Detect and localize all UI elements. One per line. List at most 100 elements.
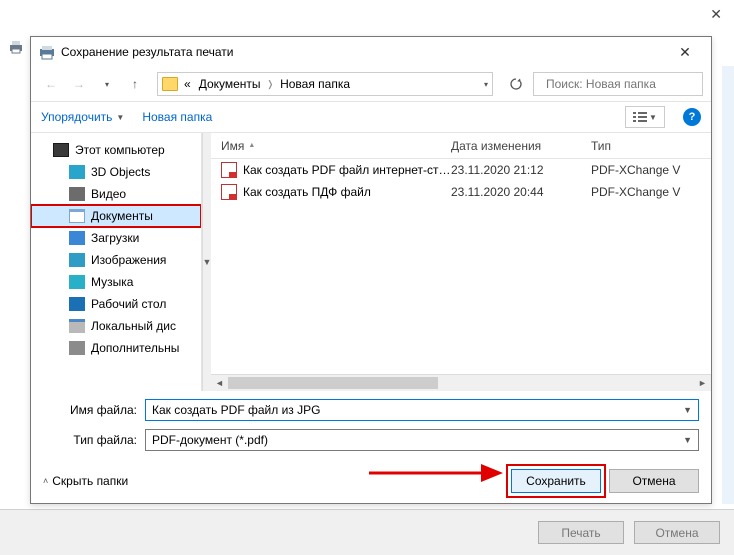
annotation-arrow — [367, 459, 507, 487]
disk-icon — [69, 319, 85, 333]
search-box[interactable] — [533, 72, 703, 96]
filename-label: Имя файла: — [43, 403, 145, 417]
file-name: Как создать ПДФ файл — [243, 185, 451, 199]
tree-item-music[interactable]: Музыка — [31, 271, 201, 293]
desk-icon — [69, 297, 85, 311]
tree-item-label: Изображения — [91, 253, 166, 267]
col-type[interactable]: Тип — [581, 139, 711, 153]
pdf-file-icon — [221, 184, 237, 200]
hide-folders-toggle[interactable]: ˄ Скрыть папки — [43, 474, 128, 488]
tree-item-label: 3D Objects — [91, 165, 150, 179]
toolbar: Упорядочить▼ Новая папка ▼ ? — [31, 101, 711, 133]
file-row[interactable]: Как создать ПДФ файл23.11.2020 20:44PDF-… — [211, 181, 711, 203]
tree-item-label: Видео — [91, 187, 126, 201]
filename-dropdown-icon[interactable]: ▼ — [677, 405, 692, 415]
refresh-icon — [509, 77, 523, 91]
sort-asc-icon: ▲ — [248, 142, 255, 149]
filename-field[interactable]: ▼ — [145, 399, 699, 421]
close-button[interactable]: ✕ — [665, 44, 705, 61]
titlebar: Сохранение результата печати ✕ — [31, 37, 711, 67]
h-scrollbar[interactable]: ◄ ► — [211, 374, 711, 391]
scroll-thumb[interactable] — [228, 377, 438, 389]
tree-item-label: Загрузки — [91, 231, 139, 245]
nav-recent-button[interactable]: ▾ — [95, 72, 119, 96]
inputs: Имя файла: ▼ Тип файла: PDF-документ (*.… — [31, 391, 711, 459]
outer-print-button[interactable]: Печать — [538, 521, 624, 544]
organize-menu[interactable]: Упорядочить▼ — [41, 110, 124, 124]
cancel-button[interactable]: Отмена — [609, 469, 699, 493]
filetype-value: PDF-документ (*.pdf) — [152, 433, 268, 447]
tree-item-ext[interactable]: Дополнительны — [31, 337, 201, 359]
tree-item-label: Рабочий стол — [91, 297, 166, 311]
save-button[interactable]: Сохранить — [511, 469, 601, 493]
view-options-button[interactable]: ▼ — [625, 106, 665, 128]
music-icon — [69, 275, 85, 289]
img-icon — [69, 253, 85, 267]
tree-item-label: Дополнительны — [91, 341, 179, 355]
address-bar[interactable]: « Документы ❭ Новая папка ▾ — [157, 72, 493, 96]
file-row[interactable]: Как создать PDF файл интернет-страни...2… — [211, 159, 711, 181]
docs-icon — [69, 209, 85, 223]
scroll-right-icon[interactable]: ► — [694, 375, 711, 391]
file-date: 23.11.2020 21:12 — [451, 163, 591, 177]
tree-item-disk[interactable]: Локальный дис — [31, 315, 201, 337]
tree-item-pc[interactable]: Этот компьютер — [31, 139, 201, 161]
save-dialog-icon — [39, 44, 55, 60]
dialog-title: Сохранение результата печати — [61, 45, 665, 59]
nav-forward-button[interactable]: → — [67, 72, 91, 96]
tree-item-label: Этот компьютер — [75, 143, 165, 157]
col-name[interactable]: Имя▲ — [211, 139, 441, 153]
breadcrumb-1[interactable]: Документы — [197, 77, 263, 91]
tree-item-docs[interactable]: Документы — [31, 205, 201, 227]
filename-input[interactable] — [152, 403, 677, 417]
tree-item-img[interactable]: Изображения — [31, 249, 201, 271]
tree-item-label: Музыка — [91, 275, 133, 289]
folder-icon — [162, 77, 178, 91]
video-icon — [69, 187, 85, 201]
save-dialog: Сохранение результата печати ✕ ← → ▾ ↑ «… — [30, 36, 712, 504]
tree-item-cube[interactable]: 3D Objects — [31, 161, 201, 183]
cube-icon — [69, 165, 85, 179]
folder-tree[interactable]: Этот компьютер 3D Objects Видео Документы За… — [31, 133, 202, 391]
dl-icon — [69, 231, 85, 245]
scroll-left-icon[interactable]: ◄ — [211, 375, 228, 391]
col-date[interactable]: Дата изменения — [441, 139, 581, 153]
new-folder-button[interactable]: Новая папка — [142, 110, 212, 124]
filetype-field[interactable]: PDF-документ (*.pdf) ▼ — [145, 429, 699, 451]
chevron-right-icon: ❭ — [267, 79, 275, 90]
tree-item-dl[interactable]: Загрузки — [31, 227, 201, 249]
pdf-file-icon — [221, 162, 237, 178]
tree-item-desk[interactable]: Рабочий стол — [31, 293, 201, 315]
navbar: ← → ▾ ↑ « Документы ❭ Новая папка ▾ — [31, 67, 711, 101]
tree-scroll-down[interactable]: ▼ — [202, 133, 211, 391]
ext-icon — [69, 341, 85, 355]
file-type: PDF-XChange V — [591, 163, 711, 177]
nav-up-button[interactable]: ↑ — [123, 72, 147, 96]
file-header: Имя▲ Дата изменения Тип — [211, 133, 711, 159]
file-date: 23.11.2020 20:44 — [451, 185, 591, 199]
outer-footer: Печать Отмена — [0, 509, 734, 555]
dialog-footer: ˄ Скрыть папки Сохранить Отмена — [31, 459, 711, 503]
tree-item-label: Локальный дис — [91, 319, 176, 333]
chevron-up-icon: ˄ — [43, 476, 48, 486]
pc-icon — [53, 143, 69, 157]
tree-item-video[interactable]: Видео — [31, 183, 201, 205]
outer-close-icon[interactable]: ✕ — [710, 6, 722, 23]
printer-icon — [8, 40, 24, 54]
breadcrumb-root[interactable]: « — [182, 77, 193, 91]
file-pane: Имя▲ Дата изменения Тип Как создать PDF … — [211, 133, 711, 391]
outer-cancel-button[interactable]: Отмена — [634, 521, 720, 544]
filetype-dropdown-icon[interactable]: ▼ — [677, 435, 692, 445]
address-dropdown-icon[interactable]: ▾ — [484, 80, 488, 89]
nav-back-button[interactable]: ← — [39, 72, 63, 96]
breadcrumb-2[interactable]: Новая папка — [278, 77, 352, 91]
refresh-button[interactable] — [503, 72, 529, 96]
help-button[interactable]: ? — [683, 108, 701, 126]
file-name: Как создать PDF файл интернет-страни... — [243, 163, 451, 177]
file-list[interactable]: Как создать PDF файл интернет-страни...2… — [211, 159, 711, 203]
tree-item-label: Документы — [91, 209, 153, 223]
file-type: PDF-XChange V — [591, 185, 711, 199]
view-icon — [633, 111, 647, 123]
outer-strip — [722, 66, 734, 504]
search-input[interactable] — [546, 77, 701, 91]
